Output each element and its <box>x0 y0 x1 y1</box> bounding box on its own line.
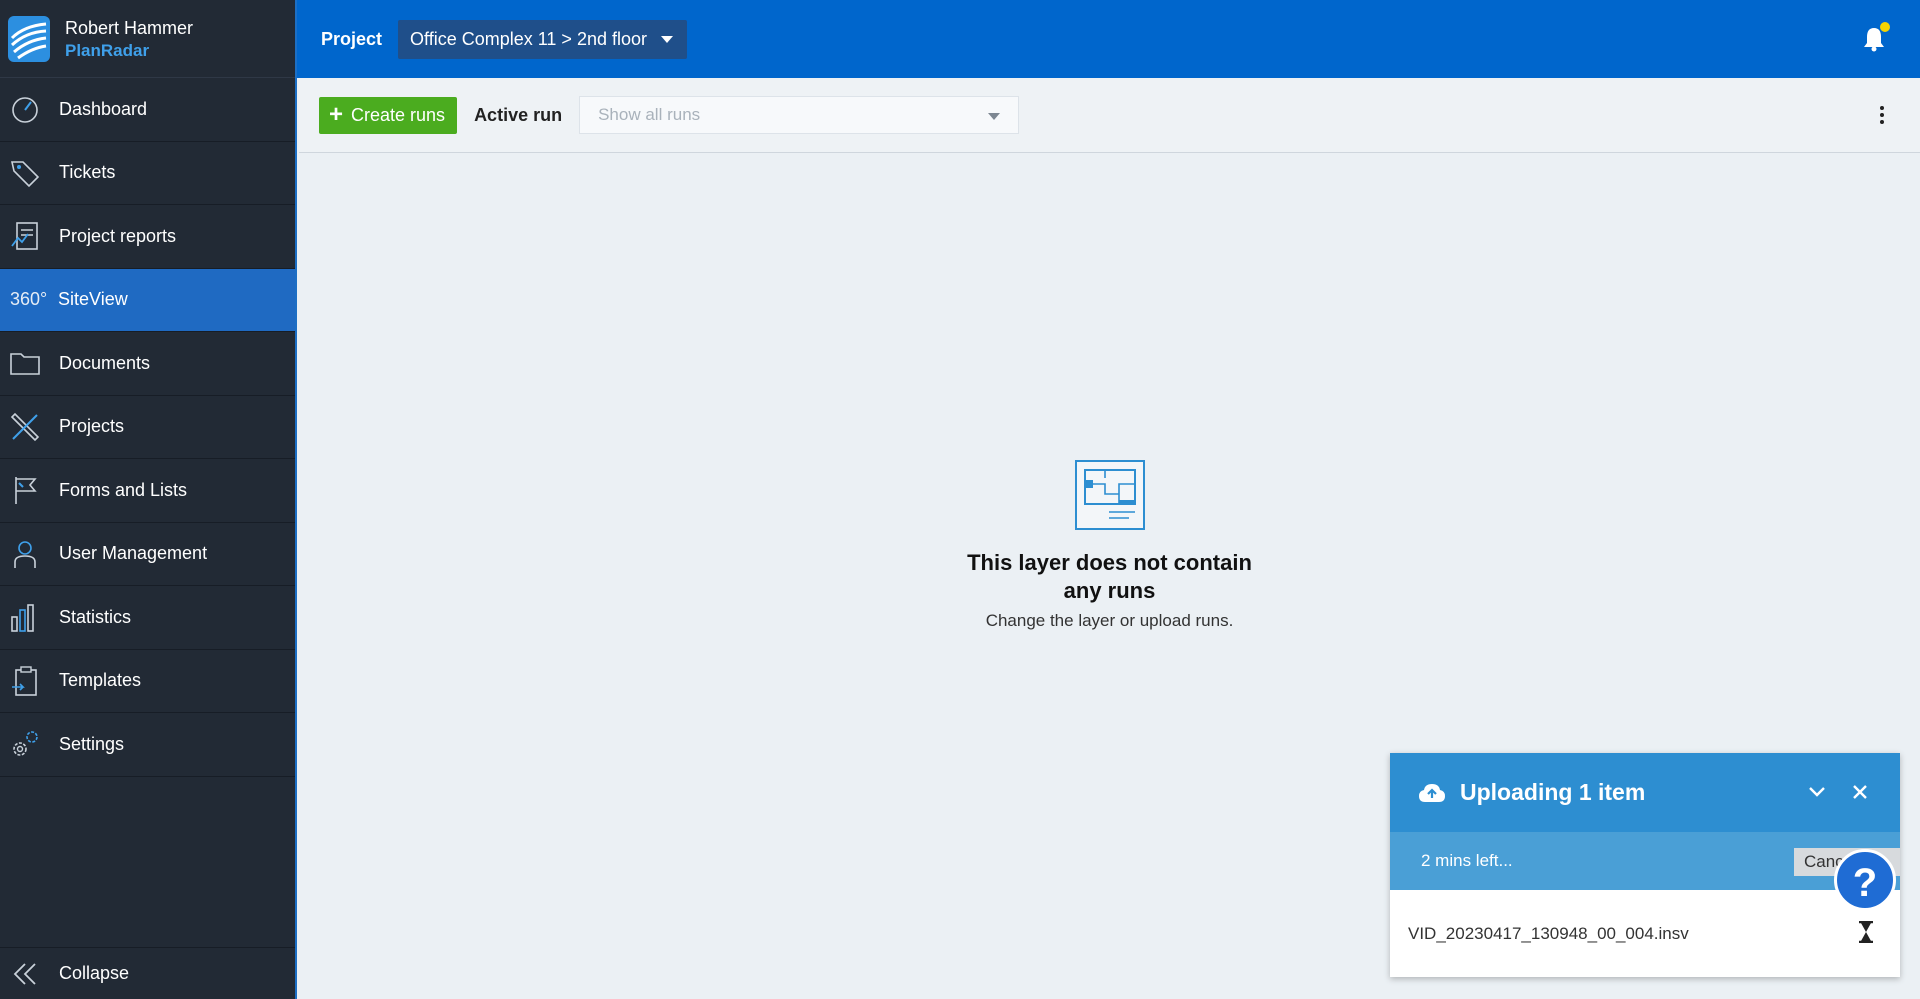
brand-name: PlanRadar <box>65 40 150 60</box>
upload-panel-header: Uploading 1 item <box>1390 753 1900 832</box>
gears-icon <box>8 727 42 761</box>
user-icon <box>8 537 42 571</box>
project-selector[interactable]: Office Complex 11 > 2nd floor <box>398 19 687 59</box>
upload-panel: Uploading 1 item 2 mins left... Cancel V… <box>1390 753 1900 977</box>
upload-progress-bar: 2 mins left... Cancel <box>1390 832 1900 890</box>
flag-icon <box>8 473 42 507</box>
dashboard-gauge-icon <box>8 92 42 126</box>
tag-icon <box>8 156 42 190</box>
project-label: Project <box>321 28 383 49</box>
upload-file-row: VID_20230417_130948_00_004.insv <box>1390 890 1900 977</box>
upload-time-left: 2 mins left... <box>1421 851 1513 870</box>
more-options-icon[interactable] <box>1880 106 1884 124</box>
plus-icon: + <box>329 101 344 128</box>
empty-state-title: This layer does not contain any runs <box>967 550 1252 603</box>
clipboard-icon <box>8 664 42 698</box>
user-profile[interactable]: Robert Hammer PlanRadar <box>0 0 295 78</box>
user-name: Robert Hammer <box>65 17 194 38</box>
sidebar-item-label: User Management <box>59 543 208 564</box>
sidebar-item-label: Statistics <box>59 606 132 627</box>
sidebar-item-label: Tickets <box>59 162 116 183</box>
report-icon <box>8 219 42 253</box>
upload-file-name: VID_20230417_130948_00_004.insv <box>1408 923 1689 943</box>
sidebar-item-label: Projects <box>59 416 125 437</box>
hourglass-icon <box>1859 921 1873 943</box>
sidebar-item-label: Documents <box>59 352 151 373</box>
caret-down-icon <box>661 35 673 43</box>
close-icon[interactable] <box>1852 784 1868 800</box>
sidebar-item-label: Project reports <box>59 225 177 246</box>
ruler-pencil-icon <box>8 410 42 444</box>
sidebar-item-templates[interactable]: Templates <box>0 650 295 713</box>
double-chevron-left-icon <box>8 957 42 991</box>
sidebar-item-forms-and-lists[interactable]: Forms and Lists <box>0 459 295 523</box>
sidebar-item-projects[interactable]: Projects <box>0 396 295 459</box>
help-button[interactable]: ? <box>1834 849 1896 911</box>
bar-chart-icon <box>8 600 42 634</box>
empty-state: This layer does not contain any runs Cha… <box>299 460 1920 631</box>
folder-icon <box>8 346 42 380</box>
collapse-button[interactable]: Collapse <box>0 947 295 999</box>
caret-down-icon <box>988 113 1001 120</box>
sidebar-item-user-management[interactable]: User Management <box>0 523 295 586</box>
sidebar: Robert Hammer PlanRadar Dashboard Ticket… <box>0 0 297 999</box>
active-run-label: Active run <box>474 104 563 125</box>
active-run-select-placeholder: Show all runs <box>598 105 701 124</box>
toolbar: + Create runs Active run Show all runs <box>299 78 1920 153</box>
sidebar-item-label: Settings <box>59 733 125 754</box>
notification-dot <box>1880 22 1890 32</box>
project-selector-value: Office Complex 11 > 2nd floor <box>410 28 647 49</box>
cloud-upload-icon <box>1419 783 1445 802</box>
notifications-button[interactable] <box>1862 22 1890 52</box>
360-icon: 360° <box>10 289 48 310</box>
chevron-down-icon[interactable] <box>1808 785 1826 799</box>
sidebar-item-project-reports[interactable]: Project reports <box>0 205 295 269</box>
planradar-logo-icon <box>8 15 50 62</box>
empty-state-subtitle: Change the layer or upload runs. <box>985 611 1234 630</box>
sidebar-item-statistics[interactable]: Statistics <box>0 586 295 650</box>
sidebar-item-dashboard[interactable]: Dashboard <box>0 78 295 142</box>
sidebar-item-label: Forms and Lists <box>59 479 188 500</box>
top-bar: Project Office Complex 11 > 2nd floor <box>297 0 1920 78</box>
sidebar-item-label: SiteView <box>58 289 128 310</box>
sidebar-item-label: Templates <box>59 670 142 691</box>
create-runs-button[interactable]: + Create runs <box>319 96 458 134</box>
sidebar-item-settings[interactable]: Settings <box>0 713 295 777</box>
sidebar-item-tickets[interactable]: Tickets <box>0 142 295 205</box>
sidebar-item-label: Dashboard <box>59 98 148 119</box>
sidebar-item-documents[interactable]: Documents <box>0 332 295 396</box>
floor-plan-icon <box>1074 460 1145 530</box>
create-runs-label: Create runs <box>351 104 446 125</box>
active-run-select[interactable]: Show all runs <box>579 96 1020 134</box>
upload-title: Uploading 1 item <box>1460 779 1646 805</box>
collapse-label: Collapse <box>59 963 130 983</box>
sidebar-item-siteview[interactable]: 360° SiteView <box>0 268 295 332</box>
